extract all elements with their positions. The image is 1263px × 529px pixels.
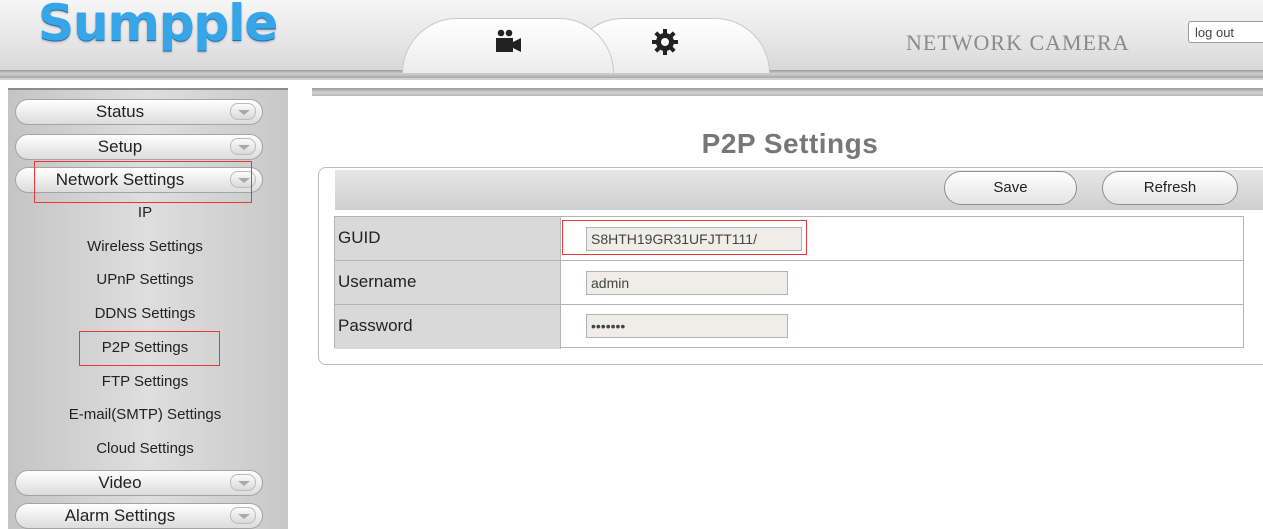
sidebar-menu-status[interactable]: Status [15,99,263,125]
menu-label: Status [95,102,145,121]
username-label: Username [335,261,561,304]
brand-title: NETWORK CAMERA [906,30,1130,55]
sidebar-menu-setup[interactable]: Setup [15,134,263,160]
sidebar-item-cloud-settings[interactable]: Cloud Settings [0,439,290,459]
sidebar-item-ftp-settings[interactable]: FTP Settings [0,372,290,392]
username-field[interactable]: admin [586,271,788,295]
camera-icon [496,29,521,52]
sidebar-item-wireless-settings[interactable]: Wireless Settings [0,237,290,257]
menu-label: Setup [97,137,143,156]
guid-label: GUID [335,217,561,260]
save-button[interactable]: Save [944,171,1077,205]
sidebar-item-ddns-settings[interactable]: DDNS Settings [0,304,290,324]
sidebar-item-ip[interactable]: IP [0,203,290,223]
password-label: Password [335,305,561,349]
refresh-button[interactable]: Refresh [1102,171,1238,205]
menu-label: Alarm Settings [64,506,176,525]
sidebar-item-upnp-settings[interactable]: UPnP Settings [0,270,290,290]
highlight-box-p2p-settings [79,331,220,366]
password-field[interactable]: ••••••• [586,314,788,338]
highlight-box-network-settings [34,161,252,203]
form-row-username: Username admin [335,261,1243,305]
menu-label: Video [98,473,142,492]
tab-live-video[interactable] [402,18,614,73]
highlight-box-guid [562,220,807,255]
page-title: P2P Settings [701,128,879,159]
chevron-down-icon [230,507,256,524]
chevron-down-icon [230,474,256,491]
content-top-divider [312,88,1263,96]
chevron-down-icon [230,138,256,155]
gear-icon [652,29,678,55]
sidebar-item-email-settings[interactable]: E-mail(SMTP) Settings [0,405,290,425]
sidebar-menu-alarm-settings[interactable]: Alarm Settings [15,503,263,529]
chevron-down-icon [230,103,256,120]
logout-button[interactable]: log out [1188,21,1263,43]
header-bar: Sumpple NETWORK CAMERA log out [0,0,1263,80]
logo: Sumpple [38,0,278,52]
form-row-password: Password ••••••• [335,305,1243,349]
sidebar-menu-video[interactable]: Video [15,470,263,496]
